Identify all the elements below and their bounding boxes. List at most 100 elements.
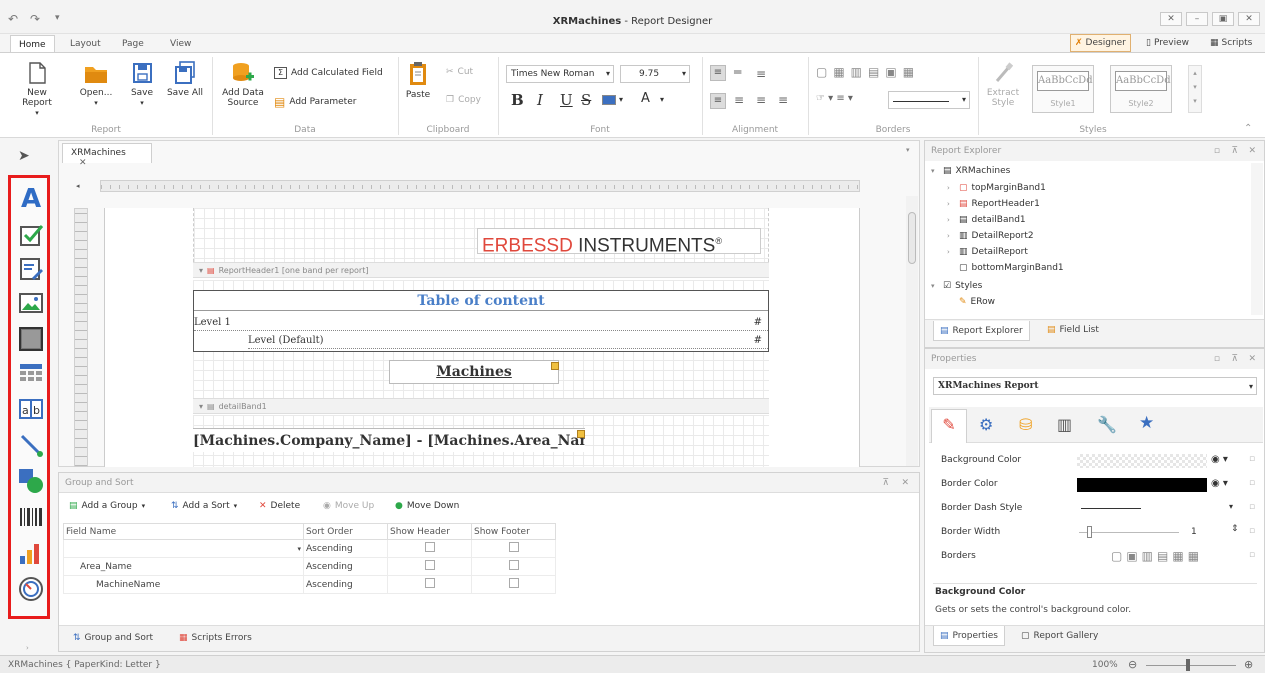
close-tab-icon[interactable]: ✕	[79, 158, 87, 168]
preview-view-tab[interactable]: ▯ Preview	[1142, 34, 1193, 52]
column-header[interactable]: Show Header	[387, 523, 472, 540]
border-width-value[interactable]: 1	[1191, 527, 1197, 537]
field-name-cell[interactable]: MachineName	[63, 575, 304, 594]
show-header-checkbox[interactable]	[424, 542, 435, 552]
designer-view-tab[interactable]: ✗ Designer	[1070, 34, 1131, 52]
zoom-slider-thumb[interactable]	[1186, 659, 1190, 671]
move-down-button[interactable]: ● Move Down	[395, 501, 459, 511]
pin-icon[interactable]: ⊼	[1231, 354, 1238, 364]
reset-icon[interactable]: ▫	[1249, 526, 1255, 536]
strikethrough-button[interactable]: S	[581, 91, 591, 109]
table-of-contents[interactable]: Table of content Level 1 # Level (Defaul…	[193, 290, 769, 352]
collapse-ribbon-icon[interactable]: ⌃	[1244, 123, 1252, 134]
pin-icon[interactable]: ⊼	[882, 478, 889, 488]
report-explorer-tab[interactable]: ▤ Report Explorer	[933, 321, 1030, 341]
show-footer-cell[interactable]	[471, 539, 556, 558]
tree-node[interactable]: ▾ ☑ Styles	[931, 281, 982, 291]
field-list-tab[interactable]: ▤ Field List	[1047, 325, 1099, 335]
tree-node[interactable]: ▾ ▤ XRMachines	[931, 166, 1010, 176]
tree-node[interactable]: › ▥ DetailReport	[947, 247, 1028, 257]
font-size-select[interactable]: 9.75 ▾	[620, 65, 690, 83]
spinner-icon[interactable]: ⇕	[1231, 524, 1239, 534]
copy-button[interactable]: ❐ Copy	[446, 95, 481, 105]
color-picker-icon[interactable]: ◉ ▾	[1211, 454, 1228, 465]
ribbon-options-button[interactable]: ✕	[1160, 12, 1182, 26]
show-footer-checkbox[interactable]	[508, 542, 519, 552]
reset-icon[interactable]: ▫	[1249, 502, 1255, 512]
tree-node[interactable]: › ▤ ReportHeader1	[947, 199, 1040, 209]
toolbox-expand-icon[interactable]: ›	[26, 644, 29, 652]
chevron-down-icon[interactable]: ▾	[1229, 502, 1233, 511]
add-parameter-button[interactable]: ▤ Add Parameter	[274, 95, 356, 109]
sort-order-cell[interactable]: Ascending	[303, 575, 388, 594]
reset-icon[interactable]: ▫	[1249, 454, 1255, 464]
rich-text-tool-icon[interactable]	[18, 256, 44, 282]
explorer-scrollbar[interactable]	[1251, 163, 1263, 315]
align-center-icon[interactable]: ≡	[734, 93, 744, 107]
add-group-button[interactable]: ▤ Add a Group ▾	[69, 501, 145, 511]
zoom-slider-track[interactable]	[1146, 665, 1236, 666]
chart-tool-icon[interactable]	[18, 540, 44, 566]
label-tool-icon[interactable]: A	[18, 186, 44, 212]
align-middle-icon[interactable]: ═	[734, 65, 741, 79]
align-top-icon[interactable]: ≡	[710, 65, 726, 81]
underline-button[interactable]: U	[560, 91, 573, 109]
scripts-errors-tab[interactable]: ▦ Scripts Errors	[179, 633, 252, 643]
dash-style-preview[interactable]	[1081, 508, 1141, 509]
tab-layout[interactable]: Layout	[62, 35, 109, 53]
group-sort-tab[interactable]: ⇅ Group and Sort	[73, 633, 153, 643]
background-color-icon[interactable]	[602, 95, 616, 105]
gauge-tool-icon[interactable]	[18, 576, 44, 602]
border-buttons[interactable]: ▢▦▥▤▣▦	[816, 65, 920, 79]
tab-page[interactable]: Page	[114, 35, 152, 53]
tree-node[interactable]: › ▥ DetailReport2	[947, 231, 1034, 241]
tree-node[interactable]: ▢ bottomMarginBand1	[947, 263, 1064, 273]
show-footer-checkbox[interactable]	[508, 560, 519, 570]
sort-order-cell[interactable]: Ascending	[303, 557, 388, 576]
character-comb-tool-icon[interactable]: ab	[18, 396, 44, 422]
bold-button[interactable]: B	[511, 91, 524, 109]
show-footer-cell[interactable]	[471, 557, 556, 576]
border-dash-select[interactable]: ▾	[888, 91, 970, 109]
align-bottom-icon[interactable]: ≡	[756, 67, 766, 81]
font-color-button[interactable]: A	[641, 91, 650, 106]
field-name-cell[interactable]: ▾	[63, 539, 304, 558]
add-data-source-button[interactable]: Add Data Source	[218, 61, 268, 108]
tree-node[interactable]: › ▢ topMarginBand1	[947, 183, 1046, 193]
move-up-button[interactable]: ◉ Move Up	[323, 501, 374, 511]
checkbox-tool-icon[interactable]	[18, 222, 44, 248]
favorites-tab-icon[interactable]: ★	[1139, 413, 1154, 433]
align-left-icon[interactable]: ≡	[710, 93, 726, 109]
chevron-down-icon[interactable]: ▾	[619, 95, 623, 104]
collapse-band-icon[interactable]: ▾	[199, 402, 203, 411]
style2-swatch[interactable]: AaBbCcDd Style2	[1110, 65, 1172, 113]
save-all-button[interactable]: Save All	[166, 61, 204, 98]
add-calculated-field-button[interactable]: Σ Add Calculated Field	[274, 67, 383, 79]
border-style-icon[interactable]: ☞ ▾ ≡ ▾	[816, 93, 853, 104]
property-row[interactable]: Borders ▢▣▥▤▦▦ ▫	[931, 547, 1255, 567]
property-row[interactable]: Background Color ◉ ▾ ▫	[931, 451, 1255, 471]
field-name-cell[interactable]: Area_Name	[63, 557, 304, 576]
background-color-swatch[interactable]	[1077, 454, 1207, 468]
save-button[interactable]: Save ▾	[127, 61, 157, 108]
tab-list-dropdown-icon[interactable]: ▾	[906, 146, 910, 154]
zoom-out-icon[interactable]: ⊖	[1128, 658, 1137, 671]
barcode-tool-icon[interactable]	[18, 504, 44, 530]
data-tab-icon[interactable]: ⛁	[1019, 415, 1032, 434]
tree-node[interactable]: › ▤ detailBand1	[947, 215, 1026, 225]
show-footer-checkbox[interactable]	[508, 578, 519, 588]
new-report-button[interactable]: New Report ▾	[12, 61, 62, 118]
report-header-band[interactable]: ▾ ▤ ReportHeader1 [one band per report]	[193, 262, 769, 278]
appearance-tab-icon[interactable]: ✎	[931, 409, 967, 443]
detail-band[interactable]: ▾ ▤ detailBand1	[193, 398, 769, 414]
table-row[interactable]: MachineName Ascending	[63, 575, 556, 594]
tree-node[interactable]: ✎ ERow	[959, 297, 995, 307]
smart-tag-icon[interactable]	[577, 430, 585, 438]
company-area-field[interactable]: [Machines.Company_Name] - [Machines.Area…	[193, 428, 585, 452]
styles-scroll[interactable]: ▴ ▾ ▾	[1188, 65, 1202, 113]
reset-icon[interactable]: ▫	[1249, 478, 1255, 488]
machines-label[interactable]: Machines	[389, 360, 559, 384]
column-header[interactable]: Sort Order	[303, 523, 388, 540]
align-right-icon[interactable]: ≡	[756, 93, 766, 107]
border-width-track[interactable]	[1079, 532, 1179, 533]
